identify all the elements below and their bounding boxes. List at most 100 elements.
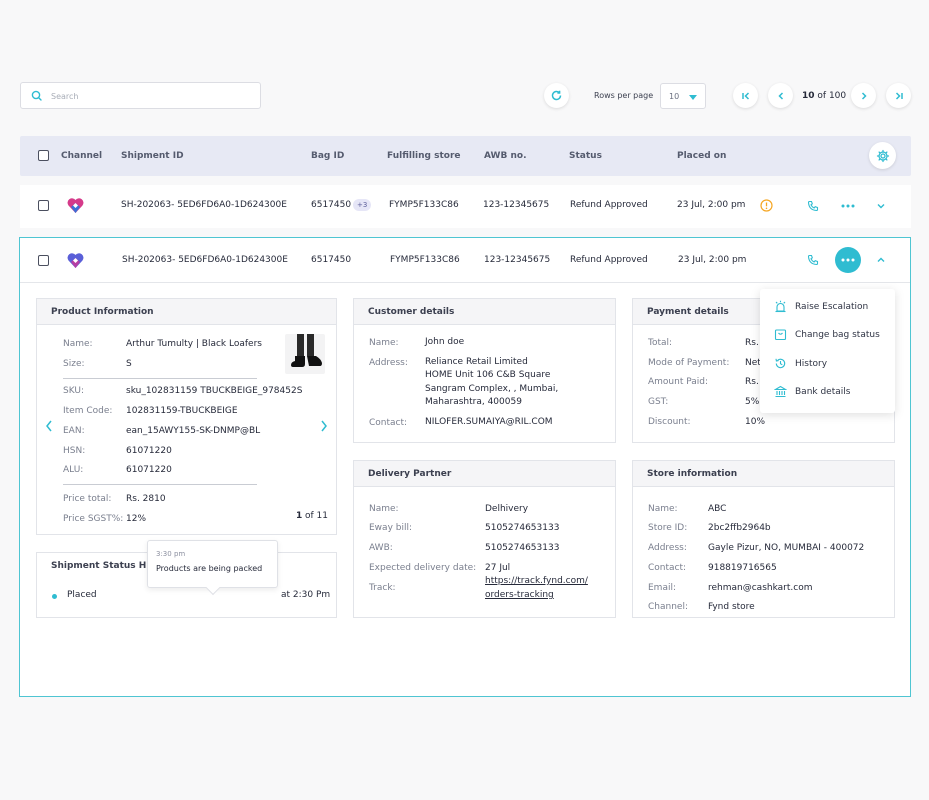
last-page-button[interactable] (886, 83, 911, 108)
refresh-button[interactable] (544, 83, 569, 108)
prev-page-button[interactable] (768, 83, 793, 108)
caret-down-icon (689, 95, 697, 100)
collapse-button[interactable] (868, 247, 894, 273)
rows-per-page-select[interactable]: 10 (660, 83, 706, 109)
label: Contact: (648, 563, 687, 573)
expand-button[interactable] (868, 193, 894, 219)
search-input[interactable] (51, 88, 251, 104)
bag-icon (774, 329, 787, 341)
divider (63, 484, 257, 485)
label: Total: (648, 338, 673, 348)
label: Address: (648, 543, 687, 553)
placed-on: 23 Jul, 2:00 pm (678, 255, 747, 265)
address-line: HOME Unit 106 C&B Square (425, 370, 551, 380)
price-total: Rs. 2810 (126, 494, 166, 504)
label: Price total: (63, 494, 112, 504)
address-line: Maharashtra, 400059 (425, 397, 522, 407)
awb-number: 123-12345675 (484, 255, 551, 265)
gear-icon (876, 149, 889, 162)
settings-button[interactable] (869, 142, 896, 169)
product-item-code: 102831159-TBUCKBEIGE (126, 406, 238, 416)
chevron-left-icon[interactable] (44, 419, 54, 433)
eway-bill: 5105274653133 (485, 523, 560, 533)
label: Expected delivery date: (369, 563, 477, 573)
row-checkbox[interactable] (38, 255, 49, 266)
call-button[interactable] (800, 193, 826, 219)
warning-icon[interactable] (760, 199, 773, 212)
bag-count-badge[interactable]: +3 (353, 199, 372, 211)
col-bag-id: Bag ID (311, 151, 345, 161)
phone-icon (807, 254, 819, 266)
label: Item Code: (63, 406, 113, 416)
menu-item-label: Change bag status (795, 330, 880, 340)
customer-details-card: Customer details Name: John doe Address:… (353, 298, 616, 443)
col-shipment-id: Shipment ID (121, 151, 184, 161)
bag-id: 6517450 (311, 255, 352, 265)
col-status: Status (569, 151, 602, 161)
amount-paid: Rs. (745, 377, 759, 387)
product-information-card: Product Information Name: Arthur Tumulty… (36, 298, 337, 535)
label: Email: (648, 583, 677, 593)
delivery-name: Delhivery (485, 504, 529, 514)
chevron-up-icon (877, 257, 885, 262)
label: EAN: (63, 426, 85, 436)
chevron-left-icon (777, 91, 783, 100)
row-checkbox[interactable] (38, 200, 49, 211)
select-all-checkbox[interactable] (38, 150, 49, 161)
status: Refund Approved (570, 255, 648, 265)
more-icon (841, 258, 855, 262)
store-name: ABC (708, 504, 727, 514)
page-total: of 100 (817, 91, 847, 101)
delivery-awb: 5105274653133 (485, 543, 560, 553)
label: Size: (63, 359, 85, 369)
awb-number: 123-12345675 (483, 200, 550, 210)
product-sku: sku_102831159 TBUCKBEIGE_978452S (126, 386, 303, 396)
customer-contact: NILOFER.SUMAIYA@RIL.COM (425, 417, 553, 427)
label: GST: (648, 397, 669, 407)
label: Name: (369, 504, 399, 514)
first-page-icon (741, 91, 749, 100)
label: Name: (369, 338, 399, 348)
tracking-link[interactable]: https://track.fynd.com/ (485, 576, 588, 586)
label: Eway bill: (369, 523, 412, 533)
phone-icon (807, 200, 819, 212)
first-page-button[interactable] (733, 83, 758, 108)
shipment-id: SH-202063- 5ED6FD6A0-1D624300E (122, 255, 288, 265)
address-line: Sangram Complex, , Mumbai, (425, 384, 559, 394)
alarm-icon (775, 300, 786, 313)
label: Name: (63, 339, 93, 349)
menu-item-label: Raise Escalation (795, 302, 869, 312)
call-button[interactable] (800, 247, 826, 273)
divider (63, 378, 257, 379)
label: Amount Paid: (648, 377, 709, 387)
last-page-icon (895, 91, 903, 100)
search-box[interactable] (20, 82, 261, 109)
status-entry-time: at 2:30 Pm (281, 590, 331, 600)
label: SKU: (63, 386, 84, 396)
payment-gst: 5% (745, 397, 760, 407)
customer-name: John doe (425, 337, 465, 347)
tracking-link-cont[interactable]: orders-tracking (485, 590, 554, 600)
col-placed-on: Placed on (677, 151, 727, 161)
tooltip-text: Products are being packed (156, 564, 263, 573)
more-options-button[interactable] (835, 247, 861, 273)
label: Store ID: (648, 523, 688, 533)
next-page-button[interactable] (851, 83, 876, 108)
product-size: S (126, 359, 132, 369)
fulfilling-store: FYMP5F133C86 (389, 200, 459, 210)
col-awb: AWB no. (484, 151, 527, 161)
payment-mode: Net (745, 358, 761, 368)
more-options-button[interactable] (835, 193, 861, 219)
menu-item-label: History (795, 359, 828, 369)
expected-delivery-date: 27 Jul (485, 563, 511, 573)
bag-id: 6517450 (311, 200, 352, 210)
label: HSN: (63, 446, 86, 456)
card-title: Store information (633, 461, 894, 487)
address-line: Reliance Retail Limited (425, 357, 528, 367)
chevron-right-icon[interactable] (319, 419, 329, 433)
payment-total: Rs. (745, 338, 759, 348)
bank-icon (774, 385, 787, 398)
product-image (285, 334, 325, 374)
table-row[interactable]: SH-202063- 5ED6FD6A0-1D624300E 6517450 +… (20, 185, 911, 228)
label: Track: (369, 583, 396, 593)
